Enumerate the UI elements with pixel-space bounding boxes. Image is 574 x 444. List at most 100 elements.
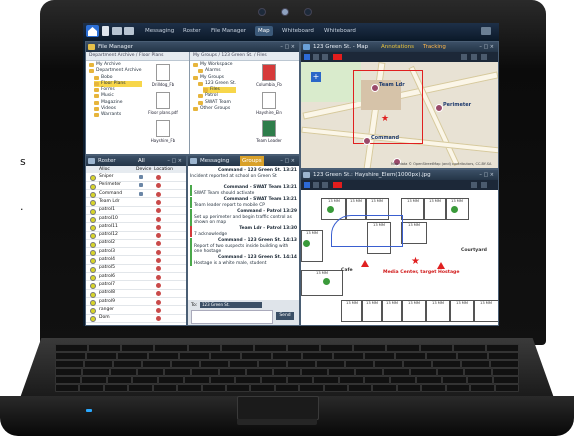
zoom-icon[interactable]	[471, 182, 477, 188]
file-item[interactable]: Columbia_Fb	[254, 64, 284, 87]
cafe-label: Cafe	[341, 268, 353, 273]
location-icon[interactable]	[156, 266, 161, 272]
taskbar-item-map[interactable]: Map	[255, 26, 273, 36]
message-item[interactable]: Command - SWAT Team 13:21 SWAT Team shoul…	[190, 185, 297, 196]
location-icon[interactable]	[156, 307, 161, 313]
location-icon[interactable]	[156, 291, 161, 297]
tracking-menu[interactable]: Tracking	[423, 42, 446, 52]
roster-filter[interactable]: All	[138, 156, 145, 166]
message-input[interactable]	[191, 310, 273, 324]
roster-row[interactable]: patrol2	[86, 240, 186, 249]
recipient-select[interactable]: 123 Green St.	[200, 302, 262, 308]
taskbar-item-roster[interactable]: Roster	[183, 26, 201, 36]
message-item[interactable]: Command - 123 Green St. 13:21 Incident re…	[190, 168, 297, 179]
erase-tool-icon[interactable]	[322, 182, 328, 188]
phone-icon[interactable]	[102, 26, 109, 36]
file-item[interactable]: Team Leader	[254, 120, 284, 143]
window-controls[interactable]: – □ ×	[280, 158, 295, 164]
roster-row[interactable]: patrol10	[86, 216, 186, 224]
taskbar-item-whiteboard-2[interactable]: Whiteboard	[324, 26, 356, 36]
roster-member-name: patrol1	[99, 207, 115, 213]
roster-row[interactable]: patrol1	[86, 207, 186, 215]
roster-row[interactable]: patrol3	[86, 249, 186, 257]
home-icon[interactable]	[86, 25, 99, 37]
device-icon	[139, 183, 143, 188]
floorplan-canvas[interactable]: 13 MM 13 MM 13 MM 13 MM 13 MM 13 MM 13 M…	[301, 190, 498, 325]
location-icon[interactable]	[156, 282, 161, 288]
location-icon[interactable]	[156, 249, 161, 255]
windows-icon[interactable]	[124, 27, 134, 35]
location-icon[interactable]	[156, 299, 161, 305]
taskbar-item-file-manager[interactable]: File Manager	[211, 26, 246, 36]
location-icon[interactable]	[156, 224, 161, 230]
compose-area: To: 123 Green St. Send	[188, 300, 299, 325]
roster-row[interactable]: patrol11	[86, 224, 186, 232]
roster-row[interactable]: Dom	[86, 315, 186, 323]
roster-row[interactable]: Command	[86, 191, 186, 199]
layers-icon[interactable]	[471, 54, 477, 60]
message-item[interactable]: Command - Patrol 13:29 Set up perimeter a…	[190, 209, 297, 226]
team-ldr-marker[interactable]	[371, 84, 379, 92]
file-item[interactable]: Hayshire_Eln	[254, 92, 284, 115]
groups-menu[interactable]: Groups	[240, 156, 264, 166]
screens-icon[interactable]	[112, 27, 122, 35]
window-controls[interactable]: – □ ×	[479, 172, 494, 178]
message-item[interactable]: Command - 123 Green St. 14:13 Report of t…	[190, 238, 297, 255]
roster-row[interactable]: patrol5	[86, 265, 186, 274]
perimeter-marker[interactable]	[435, 104, 443, 112]
status-dot-icon	[90, 200, 96, 207]
roster-row[interactable]: Team Ldr	[86, 199, 186, 207]
message-item[interactable]: Command - SWAT Team 13:21 Team leader rep…	[190, 197, 297, 208]
location-icon[interactable]	[156, 258, 161, 263]
annotations-menu[interactable]: Annotations	[381, 42, 414, 52]
message-item[interactable]: Command - 123 Green St. 14:14 Hostage is …	[190, 255, 297, 266]
settings-icon[interactable]	[481, 54, 487, 60]
command-marker[interactable]	[363, 137, 371, 145]
file-item[interactable]: Drilldog_Fb	[148, 64, 178, 87]
settings-icon[interactable]	[481, 182, 487, 188]
tree-icon	[451, 206, 458, 213]
roster-row[interactable]: ranger	[86, 307, 186, 315]
roster-row[interactable]: Perimeter	[86, 182, 186, 191]
file-item[interactable]: Floor plans.pdf	[148, 92, 178, 115]
roster-row[interactable]: patrol4	[86, 257, 186, 265]
file-item[interactable]: Hayshire_Fb	[148, 120, 178, 143]
roster-row[interactable]: patrol6	[86, 274, 186, 282]
zoom-icon[interactable]	[461, 54, 467, 60]
send-button[interactable]: Send	[276, 312, 294, 320]
draw-tool-icon[interactable]	[313, 182, 319, 188]
window-controls[interactable]: – □ ×	[479, 44, 494, 50]
roster-row[interactable]: patrol12	[86, 232, 186, 240]
system-tray-icon[interactable]	[481, 27, 491, 35]
location-icon[interactable]	[156, 208, 161, 214]
location-icon[interactable]	[156, 233, 161, 239]
roster-row[interactable]: patrol9	[86, 299, 186, 307]
roster-row[interactable]: Sniper	[86, 174, 186, 182]
draw-tool-icon[interactable]	[313, 54, 319, 60]
location-icon[interactable]	[156, 175, 161, 180]
message-item[interactable]: Team Ldr - Patrol 13:30 7 acknowledge	[190, 226, 297, 237]
location-icon[interactable]	[156, 199, 161, 205]
tree-item[interactable]: Other Groups	[193, 106, 236, 112]
taskbar-item-whiteboard-1[interactable]: Whiteboard	[282, 26, 314, 36]
window-controls[interactable]: – □ ×	[167, 158, 182, 164]
roster-row[interactable]: patrol8	[86, 290, 186, 298]
location-icon[interactable]	[156, 316, 161, 322]
pointer-tool-icon[interactable]	[304, 182, 310, 188]
window-controls[interactable]: – □ ×	[280, 44, 295, 50]
erase-tool-icon[interactable]	[322, 54, 328, 60]
location-icon[interactable]	[156, 274, 161, 280]
color-swatch[interactable]	[333, 182, 342, 188]
location-icon[interactable]	[156, 216, 161, 222]
message-text: Hostage is a white male, student	[194, 260, 267, 266]
taskbar-item-messaging[interactable]: Messaging	[145, 26, 174, 36]
location-icon[interactable]	[156, 183, 161, 189]
color-swatch[interactable]	[333, 54, 342, 60]
roster-row[interactable]: patrol7	[86, 282, 186, 290]
map-canvas[interactable]: + Team Ldr Perimeter Command ★ Map data …	[301, 62, 498, 168]
location-icon[interactable]	[156, 241, 161, 247]
roster-group[interactable]: Alloc	[99, 166, 110, 173]
location-icon[interactable]	[156, 191, 161, 197]
tree-item[interactable]: Warrants	[94, 112, 142, 118]
pointer-tool-icon[interactable]	[304, 54, 310, 60]
